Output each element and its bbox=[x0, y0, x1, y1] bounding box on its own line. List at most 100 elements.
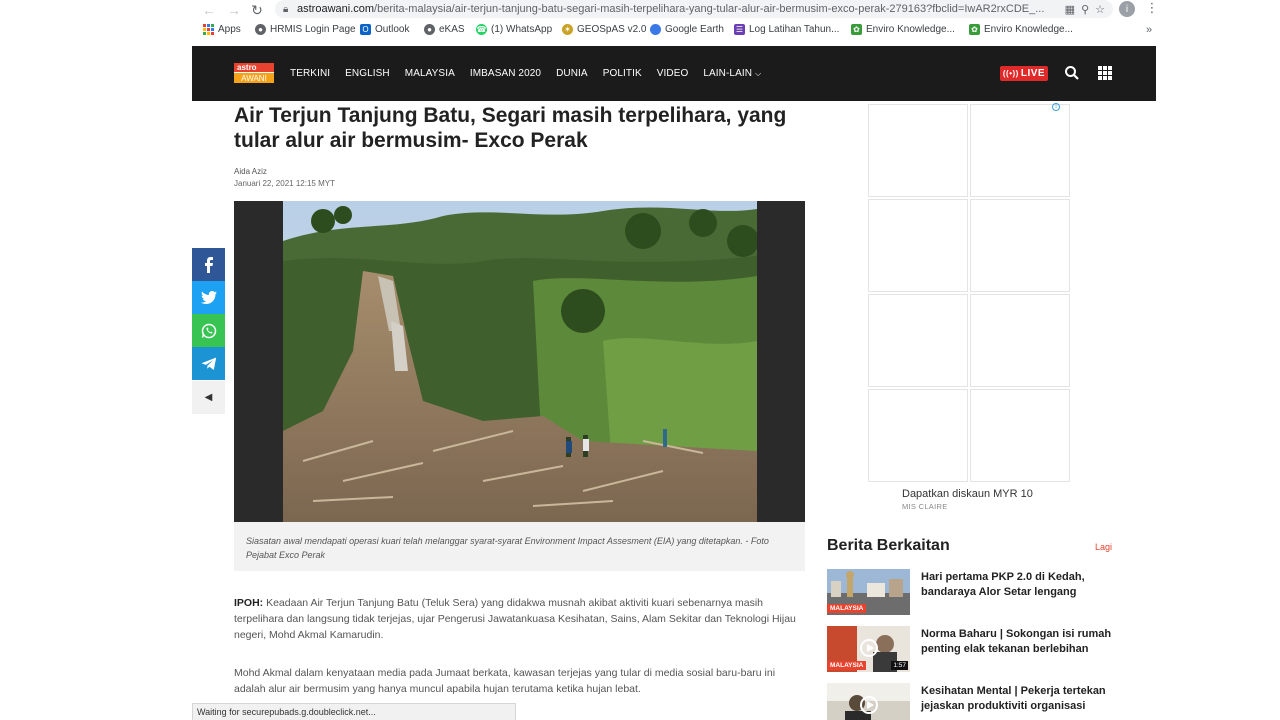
main-navigation: TERKINI ENGLISH MALAYSIA IMBASAN 2020 DU… bbox=[290, 46, 776, 101]
facebook-icon bbox=[204, 256, 213, 273]
bookmark-label: Enviro Knowledge... bbox=[866, 24, 955, 35]
ad-sponsor: MIS CLAIRE bbox=[902, 502, 948, 511]
bookmark-log-latihan[interactable]: ☰ Log Latihan Tahun... bbox=[734, 24, 839, 35]
address-bar[interactable]: 🔒︎ astroawani.com/berita-malaysia/air-te… bbox=[275, 0, 1113, 18]
translate-icon[interactable]: ▦ bbox=[1065, 3, 1075, 16]
nav-video[interactable]: VIDEO bbox=[657, 68, 689, 79]
browser-window: ← → ↻ 🔒︎ astroawani.com/berita-malaysia/… bbox=[0, 0, 1280, 720]
related-thumbnail[interactable]: MALAYSIA 1:57 bbox=[827, 626, 910, 672]
bookmark-google-earth[interactable]: Google Earth bbox=[650, 24, 724, 35]
nav-terkini[interactable]: TERKINI bbox=[290, 68, 330, 79]
whatsapp-icon bbox=[201, 323, 216, 338]
ad-tile[interactable] bbox=[970, 389, 1070, 482]
article-author[interactable]: Aida Aziz bbox=[234, 167, 267, 176]
bookmark-label: Enviro Knowledge... bbox=[984, 24, 1073, 35]
category-tag: MALAYSIA bbox=[827, 661, 867, 670]
bookmark-ekas[interactable]: ● eKAS bbox=[424, 24, 465, 35]
article-hero-image bbox=[234, 201, 805, 522]
article-date: Januari 22, 2021 12:15 MYT bbox=[234, 179, 335, 188]
facebook-share-button[interactable] bbox=[192, 248, 225, 281]
telegram-icon bbox=[201, 357, 216, 370]
whatsapp-share-button[interactable] bbox=[192, 314, 225, 347]
image-caption: Siasatan awal mendapati operasi kuari te… bbox=[234, 522, 805, 571]
ad-headline[interactable]: Dapatkan diskaun MYR 10 bbox=[902, 488, 1033, 500]
advertisement-grid[interactable] bbox=[868, 104, 1073, 484]
live-button[interactable]: ((•)) LIVE bbox=[1000, 66, 1048, 81]
browser-toolbar: ← → ↻ 🔒︎ astroawani.com/berita-malaysia/… bbox=[0, 0, 1280, 20]
article-paragraph-1: IPOH: Keadaan Air Terjun Tanjung Batu (T… bbox=[234, 595, 806, 643]
site-header: astro AWANI TERKINI ENGLISH MALAYSIA IMB… bbox=[192, 46, 1156, 101]
astro-awani-logo[interactable]: astro AWANI bbox=[234, 63, 274, 83]
article-paragraph-2: Mohd Akmal dalam kenyataan media pada Ju… bbox=[234, 667, 776, 695]
landslide-photo bbox=[283, 201, 757, 522]
bookmark-whatsapp[interactable]: ☎ (1) WhatsApp bbox=[476, 24, 552, 35]
play-icon bbox=[860, 696, 878, 714]
bookmark-label: eKAS bbox=[439, 24, 465, 35]
bookmark-outlook[interactable]: O Outlook bbox=[360, 24, 409, 35]
ad-tile[interactable] bbox=[868, 294, 968, 387]
globe-icon: ● bbox=[255, 24, 266, 35]
geospas-icon: ✶ bbox=[562, 24, 573, 35]
related-thumbnail[interactable] bbox=[827, 683, 910, 720]
telegram-share-button[interactable] bbox=[192, 347, 225, 380]
bookmarks-overflow-button[interactable]: » bbox=[1146, 24, 1152, 36]
bookmark-geospas[interactable]: ✶ GEOSpAS v2.0 bbox=[562, 24, 646, 35]
profile-avatar[interactable]: i bbox=[1119, 1, 1135, 17]
nav-dunia[interactable]: DUNIA bbox=[556, 68, 588, 79]
related-item-title[interactable]: Kesihatan Mental | Pekerja tertekan jeja… bbox=[921, 684, 1121, 714]
bookmark-label: GEOSpAS v2.0 bbox=[577, 24, 647, 35]
twitter-icon bbox=[200, 290, 217, 304]
related-more-link[interactable]: Lagi bbox=[1095, 542, 1112, 552]
nav-malaysia[interactable]: MALAYSIA bbox=[405, 68, 455, 79]
ad-tile[interactable] bbox=[970, 199, 1070, 292]
whatsapp-icon: ☎ bbox=[476, 24, 487, 35]
nav-english[interactable]: ENGLISH bbox=[345, 68, 390, 79]
search-icon[interactable] bbox=[1064, 64, 1080, 82]
ad-tile[interactable] bbox=[868, 104, 968, 197]
bookmarks-bar: Apps ● HRMIS Login Page O Outlook ● eKAS… bbox=[0, 22, 1280, 42]
lock-icon: 🔒︎ bbox=[283, 3, 289, 15]
bookmark-apps[interactable]: Apps bbox=[203, 24, 241, 35]
bookmark-enviro-1[interactable]: ✿ Enviro Knowledge... bbox=[851, 24, 955, 35]
related-item[interactable]: MALAYSIA 1:57 Norma Baharu | Sokongan is… bbox=[827, 626, 1127, 672]
related-item[interactable]: Kesihatan Mental | Pekerja tertekan jeja… bbox=[827, 683, 1127, 720]
bookmark-enviro-2[interactable]: ✿ Enviro Knowledge... bbox=[969, 24, 1073, 35]
related-item-title[interactable]: Norma Baharu | Sokongan isi rumah pentin… bbox=[921, 627, 1121, 657]
nav-imbasan-2020[interactable]: IMBASAN 2020 bbox=[470, 68, 541, 79]
nav-politik[interactable]: POLITIK bbox=[603, 68, 642, 79]
ad-tile[interactable] bbox=[970, 104, 1070, 197]
ad-tile[interactable] bbox=[868, 199, 968, 292]
video-duration: 1:57 bbox=[891, 661, 908, 670]
nav-lain-lain[interactable]: LAIN-LAIN ⌵ bbox=[703, 68, 761, 79]
ad-tile[interactable] bbox=[970, 294, 1070, 387]
bookmark-label: Outlook bbox=[375, 24, 410, 35]
app-grid-icon[interactable] bbox=[1098, 66, 1112, 80]
url-path: /berita-malaysia/air-terjun-tanjung-batu… bbox=[374, 3, 1045, 15]
bookmark-label: (1) WhatsApp bbox=[491, 24, 553, 35]
bookmark-label: Apps bbox=[218, 24, 241, 35]
related-item-title[interactable]: Hari pertama PKP 2.0 di Kedah, bandaraya… bbox=[921, 570, 1121, 600]
bookmark-hrmis[interactable]: ● HRMIS Login Page bbox=[255, 24, 356, 35]
broadcast-icon: ((•)) bbox=[1002, 69, 1019, 78]
bookmark-label: Log Latihan Tahun... bbox=[749, 24, 840, 35]
bookmark-label: HRMIS Login Page bbox=[270, 24, 356, 35]
browser-menu-icon[interactable]: ⋮ bbox=[1145, 0, 1159, 18]
zoom-icon[interactable]: ⚲ bbox=[1081, 3, 1089, 16]
ad-tile[interactable] bbox=[868, 389, 968, 482]
collapse-share-button[interactable]: ◀ bbox=[192, 381, 225, 414]
bookmark-star-icon[interactable]: ☆ bbox=[1095, 3, 1105, 16]
play-icon bbox=[860, 639, 878, 657]
related-item[interactable]: MALAYSIA Hari pertama PKP 2.0 di Kedah, … bbox=[827, 569, 1127, 615]
live-label: LIVE bbox=[1020, 68, 1046, 79]
globe-icon: ● bbox=[424, 24, 435, 35]
related-news-heading: Berita Berkaitan bbox=[827, 537, 950, 554]
form-icon: ☰ bbox=[734, 24, 745, 35]
twitter-share-button[interactable] bbox=[192, 281, 225, 314]
paragraph-text: Keadaan Air Terjun Tanjung Batu (Teluk S… bbox=[234, 597, 796, 641]
related-thumbnail[interactable]: MALAYSIA bbox=[827, 569, 910, 615]
adchoices-icon[interactable]: i bbox=[1052, 103, 1060, 111]
url-text: astroawani.com/berita-malaysia/air-terju… bbox=[297, 3, 1065, 15]
enviro-icon: ✿ bbox=[969, 24, 980, 35]
reload-icon[interactable]: ↻ bbox=[244, 0, 270, 20]
back-arrow-icon[interactable]: ← bbox=[196, 0, 222, 20]
